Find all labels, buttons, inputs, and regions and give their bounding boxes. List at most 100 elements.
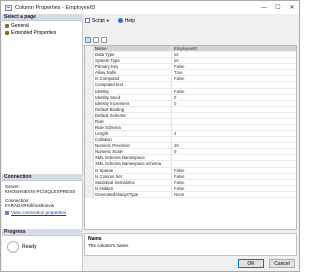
- property-value: False: [174, 167, 185, 173]
- property-name: Is Hidden: [94, 185, 172, 191]
- property-name: Identity: [94, 88, 172, 94]
- row-gutter: [85, 143, 94, 149]
- property-name: XML Schema Namespace: [94, 155, 172, 161]
- row-gutter: [85, 46, 94, 52]
- row-gutter: [85, 70, 94, 76]
- property-value: False: [174, 173, 185, 179]
- row-gutter: [85, 125, 94, 131]
- alphabetical-sort-icon[interactable]: [93, 36, 99, 43]
- categorized-icon[interactable]: [85, 36, 91, 43]
- property-name: Is Sparse: [94, 167, 172, 173]
- connection-value: FARADARS\khoshnevis: [5, 203, 55, 208]
- ok-button[interactable]: OK: [238, 259, 264, 268]
- property-name: System Type: [94, 58, 172, 64]
- page-item-general[interactable]: General: [5, 22, 29, 29]
- left-pane: Select a page General Extended Propertie…: [2, 14, 83, 271]
- row-gutter: [85, 173, 94, 179]
- property-value: False: [174, 185, 185, 191]
- row-gutter: [85, 76, 94, 82]
- property-value: [172, 119, 296, 124]
- app-icon: [5, 4, 12, 11]
- maximize-button[interactable]: ☐: [271, 1, 285, 14]
- property-name: XML Schema Namespace schema: [94, 161, 172, 167]
- property-value: [172, 155, 296, 160]
- row-gutter: [85, 185, 94, 191]
- property-value: True: [174, 70, 183, 76]
- script-button[interactable]: Script ▼: [85, 18, 110, 24]
- toolbar: Script ▼ Help: [85, 16, 135, 25]
- description-title: Name: [88, 236, 102, 242]
- grid-toolbar: [85, 36, 107, 43]
- close-button[interactable]: ✕: [285, 1, 299, 14]
- minimize-button[interactable]: —: [257, 1, 271, 14]
- row-gutter: [85, 82, 94, 88]
- property-name: Primary Key: [94, 64, 172, 70]
- property-value: [172, 125, 296, 130]
- chevron-down-icon: ▼: [105, 18, 110, 23]
- connection-header: Connection: [2, 174, 83, 181]
- row-gutter: [85, 118, 94, 125]
- cancel-button[interactable]: Cancel: [269, 259, 295, 268]
- progress-status: Ready: [22, 244, 37, 250]
- property-name: Numeric Precision: [94, 143, 172, 149]
- row-gutter: [85, 58, 94, 64]
- row-gutter: [85, 161, 94, 167]
- property-value: [172, 137, 296, 142]
- property-name: Default Binding: [94, 106, 172, 112]
- property-value: 0: [174, 100, 177, 106]
- row-gutter: [85, 191, 94, 197]
- right-pane: Script ▼ Help Name EmployeeID Data Type int…: [83, 14, 299, 271]
- view-connection-properties-link[interactable]: View connection properties: [5, 210, 66, 215]
- row-gutter: [85, 94, 94, 100]
- property-value: 0: [174, 149, 177, 155]
- page-item-label: Extended Properties: [11, 29, 57, 36]
- select-page-header: Select a page: [2, 14, 83, 21]
- row-gutter: [85, 106, 94, 112]
- row-gutter: [85, 52, 94, 58]
- property-name: Data Type: [94, 52, 172, 58]
- property-value: [172, 161, 296, 166]
- row-gutter: [85, 88, 94, 94]
- property-value: 0: [174, 94, 177, 100]
- help-icon: [117, 18, 123, 23]
- property-name: Length: [94, 131, 172, 137]
- property-pages-icon[interactable]: [101, 36, 107, 43]
- row-gutter: [85, 179, 94, 185]
- script-icon: [85, 18, 90, 23]
- description-panel: Name The column's name.: [84, 233, 297, 256]
- window-title: Column Properties - EmployeeID: [15, 4, 96, 11]
- page-item-extended-properties[interactable]: Extended Properties: [5, 29, 56, 36]
- row-gutter: [85, 167, 94, 173]
- property-name: Identity Increment: [94, 100, 172, 106]
- column-properties-dialog: Column Properties - EmployeeID — ☐ ✕ Sel…: [0, 0, 300, 272]
- property-grid: Name EmployeeID Data Type int System Type int…: [84, 45, 297, 230]
- row-gutter: [85, 112, 94, 118]
- property-value: False: [174, 76, 185, 82]
- property-name: Statistical Semantics: [94, 179, 172, 185]
- row-gutter: [85, 64, 94, 70]
- property-value: [172, 82, 296, 87]
- help-button[interactable]: Help: [117, 18, 135, 24]
- property-value: [172, 107, 296, 112]
- server-value: KHOSHNEVIS-PC\SQLEXPRESS: [5, 189, 76, 194]
- property-value: int: [174, 52, 179, 58]
- row-gutter: [85, 137, 94, 143]
- row-gutter: [85, 100, 94, 106]
- page-item-label: General: [11, 22, 29, 29]
- wrench-icon: [5, 23, 9, 28]
- view-connection-label: View connection properties: [11, 210, 67, 215]
- property-value: False: [174, 179, 185, 185]
- property-value: 4: [174, 131, 177, 137]
- property-value: [172, 113, 296, 118]
- property-row[interactable]: GeneratedAlwaysType None: [85, 191, 296, 198]
- property-name: Is Computed: [94, 76, 172, 82]
- property-name: Numeric Scale: [94, 149, 172, 155]
- property-value: False: [174, 88, 185, 94]
- row-gutter: [85, 155, 94, 161]
- property-value: int: [174, 58, 179, 64]
- title-bar: Column Properties - EmployeeID — ☐ ✕: [1, 1, 299, 14]
- property-value: None: [174, 191, 185, 197]
- row-gutter: [85, 131, 94, 137]
- wrench-icon: [5, 30, 9, 35]
- description-text: The column's name.: [88, 243, 130, 248]
